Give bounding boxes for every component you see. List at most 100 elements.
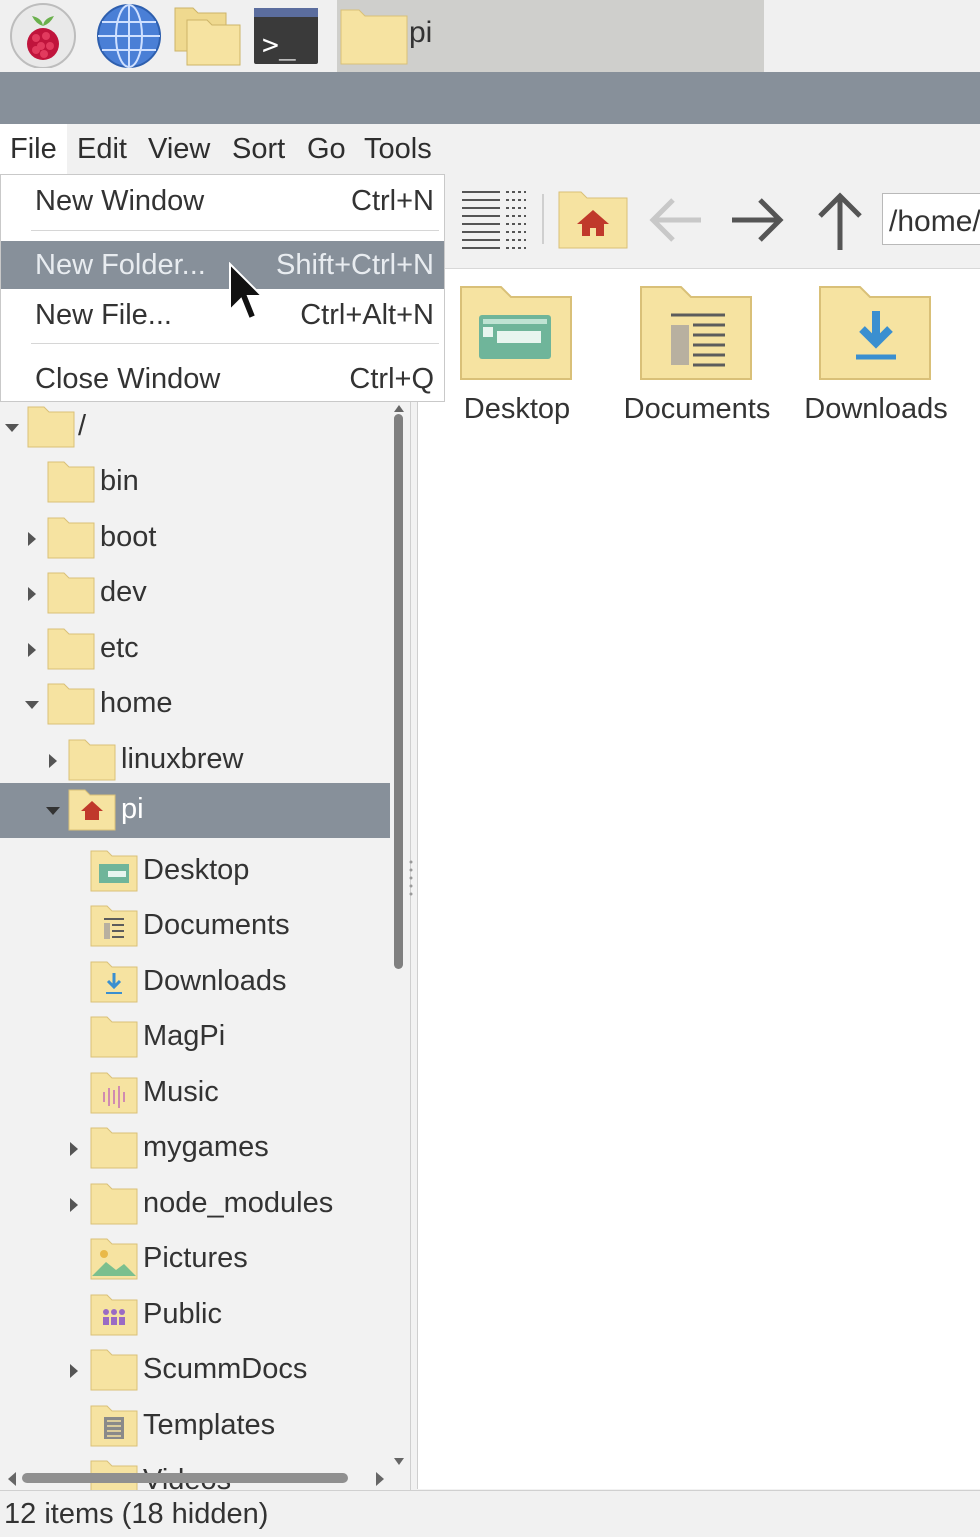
menu-tools[interactable]: Tools bbox=[354, 124, 442, 174]
tree-row-videos[interactable]: Videos bbox=[0, 1454, 390, 1490]
tree-row-templates[interactable]: Templates bbox=[0, 1399, 390, 1454]
tree-row-downloads[interactable]: Downloads bbox=[0, 955, 390, 1010]
tree-row-home[interactable]: home bbox=[0, 677, 390, 732]
tree-row-scummdocs[interactable]: ScummDocs bbox=[0, 1343, 390, 1398]
menu-view[interactable]: View bbox=[138, 124, 220, 174]
chevron-right-icon[interactable] bbox=[64, 1361, 84, 1381]
chevron-down-icon[interactable] bbox=[2, 418, 22, 438]
file-label: Downloads bbox=[804, 393, 948, 425]
tree-row-node-modules[interactable]: node_modules bbox=[0, 1177, 390, 1232]
globe-icon bbox=[97, 4, 161, 68]
tree-label: MagPi bbox=[143, 1020, 226, 1052]
tree-row-etc[interactable]: etc bbox=[0, 622, 390, 677]
menu-sort[interactable]: Sort bbox=[222, 124, 295, 174]
terminal-button[interactable]: >_ bbox=[252, 2, 320, 68]
folder-icon bbox=[47, 683, 95, 725]
tree-label: pi bbox=[121, 793, 144, 825]
tree-row-root[interactable]: / bbox=[0, 400, 390, 455]
up-button[interactable] bbox=[812, 188, 868, 257]
chevron-down-icon[interactable] bbox=[43, 801, 63, 821]
tree-row-linuxbrew[interactable]: linuxbrew bbox=[0, 733, 390, 788]
chevron-right-icon[interactable] bbox=[22, 640, 42, 660]
raspberry-menu-button[interactable] bbox=[8, 2, 78, 69]
menu-edit[interactable]: Edit bbox=[67, 124, 137, 174]
tree-row-bin[interactable]: bin bbox=[0, 455, 390, 510]
tree-row-pictures[interactable]: Pictures bbox=[0, 1232, 390, 1287]
menu-file[interactable]: File bbox=[0, 124, 67, 174]
status-bar: 12 items (18 hidden) bbox=[0, 1490, 980, 1537]
folders-icon bbox=[174, 7, 241, 66]
web-browser-button[interactable] bbox=[94, 2, 164, 68]
file-icon-view[interactable]: Desktop Documents Downloads bbox=[417, 269, 980, 1489]
arrow-left-icon bbox=[649, 198, 701, 242]
chevron-right-icon[interactable] bbox=[22, 529, 42, 549]
scroll-left-icon[interactable] bbox=[4, 1470, 20, 1488]
public-folder-icon bbox=[90, 1294, 138, 1336]
chevron-right-icon[interactable] bbox=[43, 751, 63, 771]
tree-row-boot[interactable]: boot bbox=[0, 511, 390, 566]
tree-row-magpi[interactable]: MagPi bbox=[0, 1010, 390, 1065]
file-label: Documents bbox=[623, 393, 771, 425]
menubar: File Edit View Sort Go Tools bbox=[0, 124, 980, 174]
file-item-desktop[interactable]: Desktop bbox=[432, 283, 602, 426]
tree-label: Music bbox=[143, 1076, 219, 1108]
menu-item-new-window[interactable]: New Window Ctrl+N bbox=[1, 177, 444, 225]
file-manager-button[interactable] bbox=[172, 2, 244, 68]
folder-icon bbox=[47, 517, 95, 559]
menu-item-shortcut: Ctrl+N bbox=[351, 185, 434, 217]
file-item-downloads[interactable]: Downloads bbox=[791, 283, 961, 426]
tree-row-mygames[interactable]: mygames bbox=[0, 1121, 390, 1176]
menu-item-new-folder[interactable]: New Folder... Shift+Ctrl+N bbox=[1, 241, 444, 289]
menu-item-new-file[interactable]: New File... Ctrl+Alt+N bbox=[1, 291, 444, 339]
folder-icon bbox=[90, 1183, 138, 1225]
scroll-right-icon[interactable] bbox=[372, 1470, 388, 1488]
folder-icon bbox=[90, 1016, 138, 1058]
downloads-folder-icon bbox=[90, 961, 138, 1003]
window-titlebar[interactable] bbox=[0, 72, 980, 124]
tree-label: boot bbox=[100, 521, 157, 553]
tree-label: home bbox=[100, 687, 173, 719]
tree-horizontal-scrollbar[interactable] bbox=[22, 1473, 348, 1483]
tree-label: etc bbox=[100, 632, 139, 664]
documents-folder-icon bbox=[640, 286, 752, 380]
toolbar-separator bbox=[542, 194, 544, 244]
chevron-right-icon[interactable] bbox=[22, 584, 42, 604]
menu-go[interactable]: Go bbox=[297, 124, 356, 174]
list-view-button[interactable] bbox=[460, 186, 528, 259]
tree-label: linuxbrew bbox=[121, 743, 244, 775]
menu-separator bbox=[31, 230, 439, 231]
tree-row-pi[interactable]: pi bbox=[0, 783, 390, 838]
list-view-icon bbox=[462, 191, 526, 249]
folder-icon bbox=[47, 628, 95, 670]
menu-item-shortcut: Ctrl+Alt+N bbox=[300, 299, 434, 331]
pane-splitter[interactable] bbox=[408, 858, 414, 898]
path-input[interactable] bbox=[882, 193, 980, 245]
tree-row-documents[interactable]: Documents bbox=[0, 899, 390, 954]
folder-icon bbox=[90, 1127, 138, 1169]
status-text: 12 items (18 hidden) bbox=[4, 1498, 269, 1530]
tree-row-dev[interactable]: dev bbox=[0, 566, 390, 621]
arrow-right-icon bbox=[732, 198, 784, 242]
tree-label: node_modules bbox=[143, 1187, 334, 1219]
file-item-documents[interactable]: Documents bbox=[612, 283, 782, 426]
chevron-right-icon[interactable] bbox=[64, 1195, 84, 1215]
folder-icon bbox=[340, 9, 408, 65]
back-button[interactable] bbox=[645, 192, 707, 253]
chevron-right-icon[interactable] bbox=[64, 1139, 84, 1159]
file-label: Desktop bbox=[463, 393, 571, 425]
downloads-folder-icon bbox=[819, 286, 931, 380]
directory-tree[interactable]: / bin boot dev etc home linuxbrew pi Des… bbox=[0, 400, 411, 1490]
tree-row-music[interactable]: Music bbox=[0, 1066, 390, 1121]
folder-icon bbox=[90, 1349, 138, 1391]
menu-item-close-window[interactable]: Close Window Ctrl+Q bbox=[1, 355, 444, 403]
home-button[interactable] bbox=[557, 188, 629, 257]
taskbar-window-pi[interactable]: pi bbox=[337, 0, 764, 72]
menu-item-label: New Folder... bbox=[35, 249, 206, 281]
chevron-down-icon[interactable] bbox=[22, 695, 42, 715]
tree-label: / bbox=[78, 410, 87, 442]
terminal-icon: >_ bbox=[254, 8, 318, 64]
tree-row-desktop[interactable]: Desktop bbox=[0, 844, 390, 899]
tree-scrollbar-thumb[interactable] bbox=[394, 414, 403, 969]
forward-button[interactable] bbox=[728, 192, 790, 253]
tree-row-public[interactable]: Public bbox=[0, 1288, 390, 1343]
